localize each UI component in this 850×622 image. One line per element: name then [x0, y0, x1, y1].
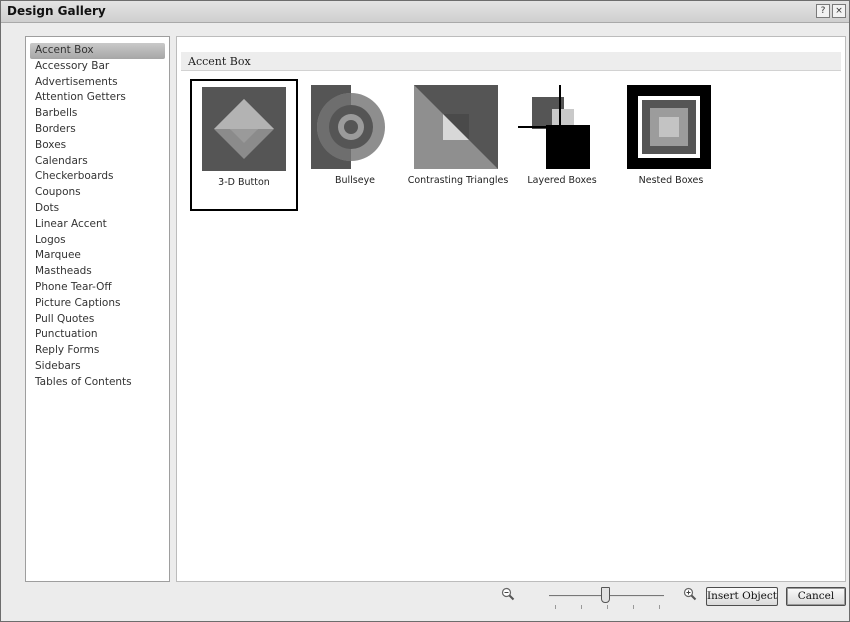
category-item-logos[interactable]: Logos [26, 233, 169, 249]
contrasting-triangles-thumbnail [414, 85, 498, 169]
layered-boxes-thumbnail [518, 85, 590, 169]
category-item-sidebars[interactable]: Sidebars [26, 359, 169, 375]
category-item-calendars[interactable]: Calendars [26, 154, 169, 170]
zoom-slider[interactable] [549, 587, 664, 613]
design-tile-bullseye[interactable]: Bullseye [301, 79, 409, 211]
category-item-coupons[interactable]: Coupons [26, 185, 169, 201]
category-item-reply-forms[interactable]: Reply Forms [26, 343, 169, 359]
category-item-phone-tear-off[interactable]: Phone Tear-Off [26, 280, 169, 296]
insert-object-button[interactable]: Insert Object [706, 587, 778, 606]
tile-label: Contrasting Triangles [407, 175, 509, 186]
category-item-linear-accent[interactable]: Linear Accent [26, 217, 169, 233]
category-item-boxes[interactable]: Boxes [26, 138, 169, 154]
tile-label: Layered Boxes [527, 175, 597, 186]
design-gallery-dialog: Design Gallery ? × Accent Box Accessory … [0, 0, 850, 622]
category-item-borders[interactable]: Borders [26, 122, 169, 138]
category-item-tables-of-contents[interactable]: Tables of Contents [26, 375, 169, 391]
zoom-slider-tick [659, 605, 660, 609]
cancel-button[interactable]: Cancel [786, 587, 846, 606]
design-tile-layered-boxes[interactable]: Layered Boxes [508, 79, 616, 211]
title-bar-buttons: ? × [816, 4, 846, 18]
bullseye-thumbnail [311, 85, 385, 169]
design-tile-contrasting-triangles[interactable]: Contrasting Triangles [404, 79, 512, 211]
help-button[interactable]: ? [816, 4, 830, 18]
design-preview-pane: Accent Box 3-D Button Bullseye Contrasti… [176, 36, 846, 582]
zoom-slider-thumb[interactable] [601, 587, 610, 603]
zoom-out-icon[interactable] [501, 587, 515, 601]
category-item-punctuation[interactable]: Punctuation [26, 327, 169, 343]
category-item-mastheads[interactable]: Mastheads [26, 264, 169, 280]
tile-label: 3-D Button [218, 177, 270, 188]
category-item-accent-box[interactable]: Accent Box [30, 43, 165, 59]
category-item-picture-captions[interactable]: Picture Captions [26, 296, 169, 312]
zoom-slider-tick [633, 605, 634, 609]
category-item-barbells[interactable]: Barbells [26, 106, 169, 122]
zoom-in-icon[interactable] [683, 587, 697, 601]
category-item-marquee[interactable]: Marquee [26, 248, 169, 264]
window-title: Design Gallery [7, 4, 106, 18]
category-list: Accent Box Accessory Bar Advertisements … [25, 36, 170, 582]
category-item-attention-getters[interactable]: Attention Getters [26, 90, 169, 106]
zoom-slider-tick [581, 605, 582, 609]
section-title: Accent Box [181, 52, 841, 71]
category-item-advertisements[interactable]: Advertisements [26, 75, 169, 91]
category-item-pull-quotes[interactable]: Pull Quotes [26, 312, 169, 328]
zoom-slider-tick [607, 605, 608, 609]
title-bar: Design Gallery ? × [1, 1, 849, 23]
3d-button-thumbnail [202, 87, 286, 171]
design-tile-3d-button[interactable]: 3-D Button [190, 79, 298, 211]
category-item-accessory-bar[interactable]: Accessory Bar [26, 59, 169, 75]
nested-boxes-thumbnail [627, 85, 711, 169]
category-item-dots[interactable]: Dots [26, 201, 169, 217]
zoom-slider-tick [555, 605, 556, 609]
design-tile-nested-boxes[interactable]: Nested Boxes [617, 79, 725, 211]
tile-label: Bullseye [334, 175, 376, 186]
close-button[interactable]: × [832, 4, 846, 18]
tile-label: Nested Boxes [638, 175, 704, 186]
category-item-checkerboards[interactable]: Checkerboards [26, 169, 169, 185]
